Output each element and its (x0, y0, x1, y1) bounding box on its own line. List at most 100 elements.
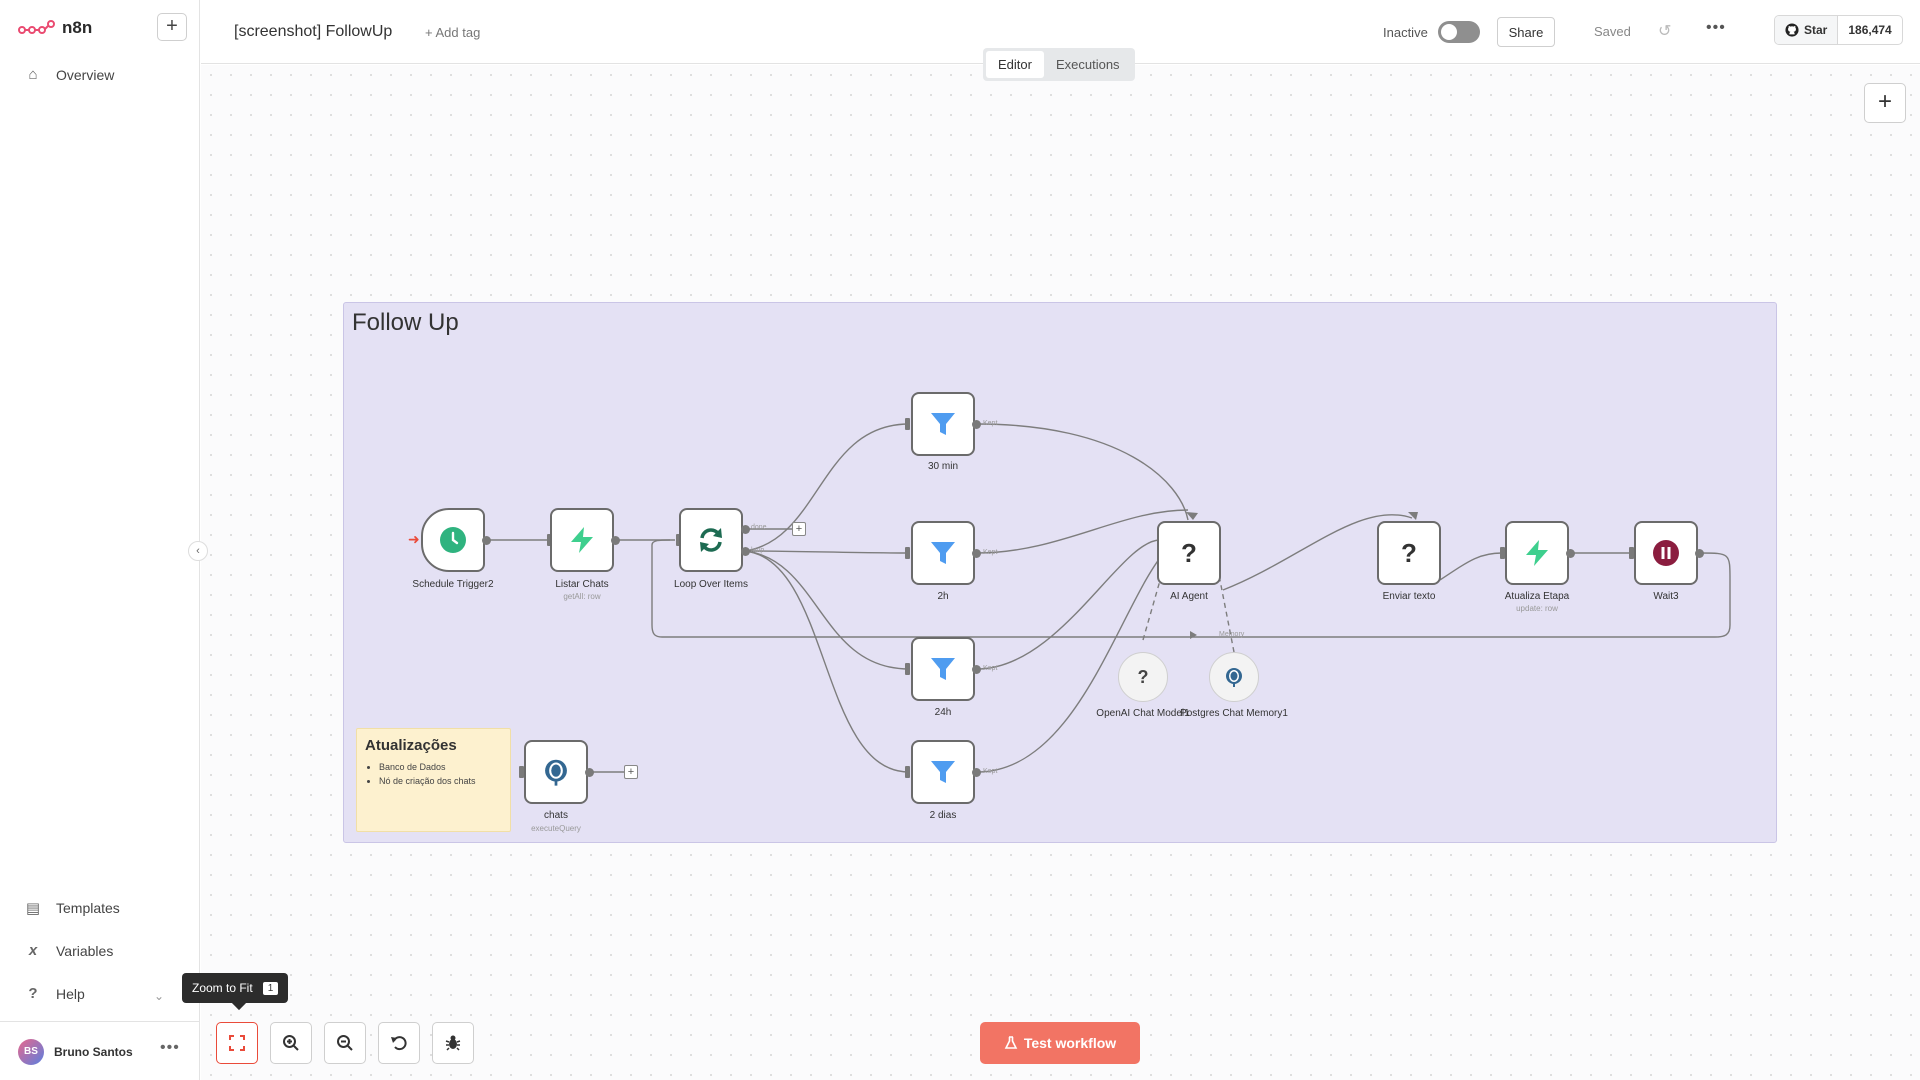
clock-icon (440, 527, 466, 553)
zoom-out-button[interactable] (324, 1022, 366, 1064)
node-schedule-trigger[interactable] (421, 508, 485, 572)
node-openai-chat-model[interactable]: ? (1118, 652, 1168, 702)
filter-icon (931, 761, 955, 783)
node-filter-2dias[interactable] (911, 740, 975, 804)
tooltip-text: Zoom to Fit (192, 981, 253, 995)
filter-icon (931, 413, 955, 435)
port-label: Kept (983, 768, 998, 775)
add-tag-button[interactable]: + Add tag (425, 25, 480, 40)
postgres-icon (1226, 668, 1242, 687)
zoom-to-fit-tooltip: Zoom to Fit 1 (182, 973, 289, 1003)
node-label: 2h (937, 591, 949, 602)
reset-zoom-button[interactable] (378, 1022, 420, 1064)
tab-editor[interactable]: Editor (986, 51, 1044, 78)
node-label: Postgres Chat Memory1 (1180, 708, 1288, 719)
node-filter-30min[interactable] (911, 392, 975, 456)
sidebar-item-overview[interactable]: ⌂ Overview (24, 66, 114, 83)
node-atualiza-etapa[interactable] (1505, 521, 1569, 585)
zoom-out-icon (337, 1035, 353, 1051)
unknown-node-icon: ? (1137, 666, 1149, 687)
port-label: done (751, 524, 767, 531)
port-label: loop (751, 547, 765, 554)
zoom-in-button[interactable] (270, 1022, 312, 1064)
output-port[interactable] (972, 665, 981, 674)
help-icon: ? (28, 985, 38, 1002)
sidebar-item-label: Overview (56, 66, 115, 83)
output-port-done[interactable] (741, 525, 750, 534)
input-port[interactable] (905, 547, 910, 559)
node-chats[interactable] (524, 740, 588, 804)
sidebar-item-label: Help (56, 985, 85, 1002)
unknown-node-icon: ? (1181, 537, 1197, 568)
view-tabs: Editor Executions (983, 48, 1135, 81)
node-loop-over-items[interactable] (679, 508, 743, 572)
tab-executions[interactable]: Executions (1044, 51, 1132, 78)
zoom-to-fit-button[interactable] (216, 1022, 258, 1064)
output-port[interactable] (972, 549, 981, 558)
active-toggle[interactable] (1438, 21, 1480, 43)
output-port[interactable] (585, 768, 594, 777)
more-options-icon[interactable]: ••• (1706, 19, 1726, 37)
node-filter-2h[interactable] (911, 521, 975, 585)
sticky-list: Banco de Dados Nó de criação dos chats (365, 760, 502, 788)
share-button[interactable]: Share (1497, 17, 1555, 47)
add-connection-button[interactable]: + (624, 765, 638, 779)
port-label: Kept (983, 420, 998, 427)
input-port[interactable] (905, 418, 910, 430)
node-label: Loop Over Items (674, 579, 748, 590)
sidebar-item-help[interactable]: ? Help (24, 985, 85, 1002)
node-enviar-texto[interactable]: ? (1377, 521, 1441, 585)
variables-icon: x (28, 942, 38, 959)
sidebar-item-variables[interactable]: x Variables (24, 942, 114, 959)
sidebar: n8n + ⌂ Overview ▤ Templates x Variables… (0, 0, 200, 1080)
collapse-sidebar-button[interactable]: ‹ (188, 541, 208, 561)
node-label: AI Agent (1170, 591, 1208, 602)
node-ai-agent[interactable]: ? (1157, 521, 1221, 585)
test-workflow-label: Test workflow (1023, 1035, 1117, 1051)
output-port[interactable] (972, 420, 981, 429)
avatar[interactable]: BS (18, 1039, 44, 1065)
postgres-icon (545, 759, 567, 786)
github-star[interactable]: Star (1775, 16, 1839, 44)
add-connection-button[interactable]: + (792, 522, 806, 536)
create-new-button[interactable]: + (157, 13, 187, 41)
status-label: Inactive (1383, 25, 1428, 40)
github-star-button[interactable]: Star 186,474 (1774, 15, 1903, 45)
pause-icon (1653, 540, 1679, 566)
test-workflow-button[interactable]: Test workflow (980, 1022, 1140, 1064)
node-label: 24h (934, 707, 952, 718)
n8n-logo-icon (18, 20, 55, 34)
output-port[interactable] (1695, 549, 1704, 558)
input-port[interactable] (905, 663, 910, 675)
n8n-logo[interactable]: n8n (18, 18, 92, 38)
bug-icon (445, 1035, 461, 1051)
user-more-icon[interactable]: ••• (160, 1039, 180, 1057)
sticky-title: Atualizações (365, 737, 457, 754)
output-port[interactable] (482, 536, 491, 545)
github-star-count[interactable]: 186,474 (1838, 16, 1901, 44)
output-port-loop[interactable] (741, 547, 750, 556)
filter-icon (931, 542, 955, 564)
add-node-button[interactable]: + (1864, 83, 1906, 123)
input-port[interactable] (905, 766, 910, 778)
node-wait[interactable] (1634, 521, 1698, 585)
node-listar-chats[interactable] (550, 508, 614, 572)
sidebar-item-templates[interactable]: ▤ Templates (24, 899, 120, 917)
output-port[interactable] (611, 536, 620, 545)
history-icon[interactable]: ↺ (1658, 21, 1671, 41)
group-title: Follow Up (352, 309, 459, 336)
port-label: Kept (983, 665, 998, 672)
node-subtitle: executeQuery (531, 824, 581, 833)
debug-button[interactable] (432, 1022, 474, 1064)
sticky-list-item: Nó de criação dos chats (379, 774, 502, 788)
node-postgres-chat-memory[interactable] (1209, 652, 1259, 702)
supabase-icon (571, 527, 593, 553)
output-port[interactable] (972, 768, 981, 777)
chevron-down-icon[interactable]: ⌄ (154, 989, 164, 1003)
output-port[interactable] (1566, 549, 1575, 558)
workflow-name[interactable]: [screenshot] FollowUp (234, 23, 392, 41)
filter-icon (931, 658, 955, 680)
node-filter-24h[interactable] (911, 637, 975, 701)
unknown-node-icon: ? (1401, 537, 1417, 568)
tooltip-shortcut: 1 (262, 981, 279, 995)
